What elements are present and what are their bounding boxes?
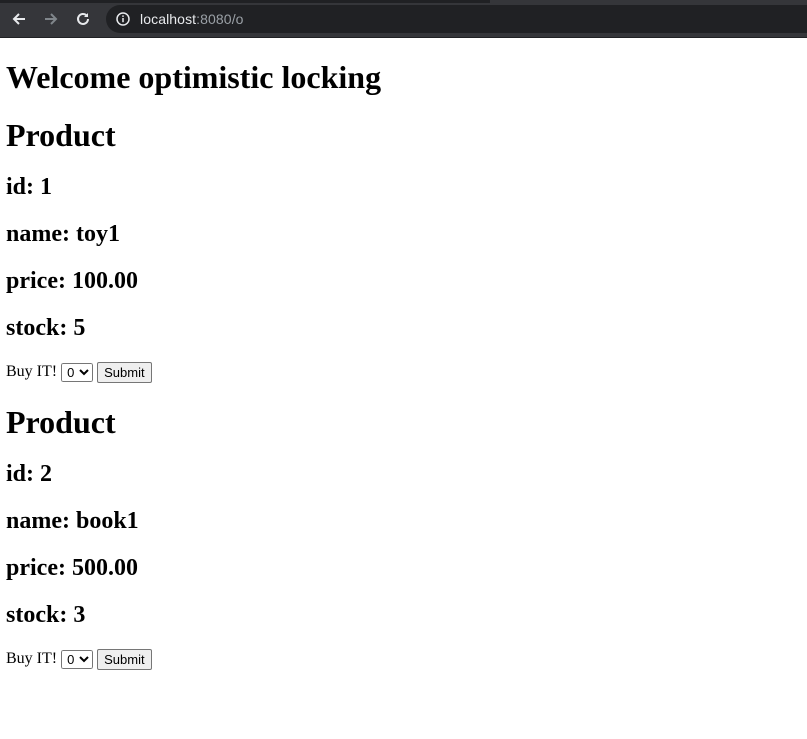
- url-text[interactable]: localhost:8080/o: [140, 11, 244, 27]
- product-id: id: 1: [6, 174, 53, 200]
- arrow-right-icon: [45, 13, 58, 25]
- page-content: Welcome optimistic locking Product id: 1…: [0, 58, 807, 670]
- product-stock: stock: 3: [6, 602, 86, 628]
- buy-label: Buy IT!: [6, 363, 58, 380]
- buy-label: Buy IT!: [6, 650, 58, 667]
- quantity-select[interactable]: 0: [61, 362, 94, 382]
- tab-strip-edge: [0, 0, 490, 3]
- address-bar[interactable]: localhost:8080/o: [106, 5, 807, 33]
- url-path: :8080/o: [196, 11, 244, 27]
- buy-form: Buy IT! 0 Submit: [6, 361, 801, 383]
- product-id: id: 2: [6, 461, 53, 487]
- reload-icon: [77, 12, 89, 25]
- submit-button[interactable]: Submit: [97, 648, 152, 670]
- product-heading: Product: [6, 404, 116, 440]
- product-price: price: 100.00: [6, 268, 138, 294]
- info-icon[interactable]: [116, 12, 130, 26]
- back-button[interactable]: [8, 8, 30, 30]
- product-price: price: 500.00: [6, 555, 138, 581]
- page-title: Welcome optimistic locking: [6, 59, 382, 95]
- browser-toolbar: localhost:8080/o: [0, 0, 807, 38]
- arrow-left-icon: [12, 13, 25, 25]
- buy-form: Buy IT! 0 Submit: [6, 648, 801, 670]
- url-host: localhost: [140, 11, 197, 27]
- submit-button[interactable]: Submit: [97, 361, 152, 383]
- product-name: name: toy1: [6, 221, 120, 247]
- quantity-select[interactable]: 0: [61, 649, 94, 669]
- product-card: Product id: 2 name: book1 price: 500.00 …: [6, 403, 801, 670]
- product-name: name: book1: [6, 508, 139, 534]
- forward-button[interactable]: [40, 8, 62, 30]
- product-card: Product id: 1 name: toy1 price: 100.00 s…: [6, 116, 801, 383]
- reload-button[interactable]: [72, 8, 94, 30]
- product-heading: Product: [6, 117, 116, 153]
- product-stock: stock: 5: [6, 315, 86, 341]
